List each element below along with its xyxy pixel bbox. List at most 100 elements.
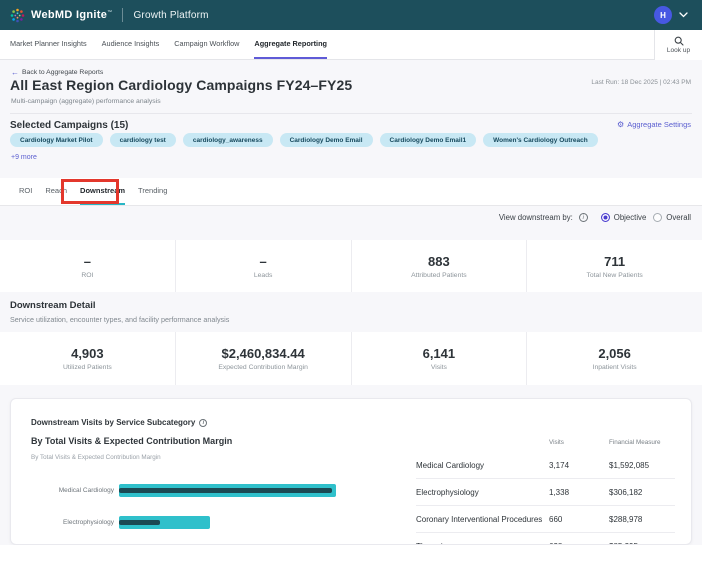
service-name: Thoracic bbox=[416, 542, 549, 545]
header-divider bbox=[10, 113, 692, 114]
kpi-value: – bbox=[83, 253, 91, 269]
kpi-card: – ROI bbox=[0, 240, 176, 292]
chart-card-subtitle: By Total Visits & Expected Contribution … bbox=[31, 436, 233, 446]
chart-caption: By Total Visits & Expected Contribution … bbox=[31, 454, 161, 461]
radio-icon[interactable] bbox=[653, 213, 663, 222]
radio-group: Objective Overall bbox=[594, 213, 691, 222]
back-arrow-icon: ← bbox=[11, 68, 19, 77]
top-header-bar: WebMD Ignite™ Growth Platform H bbox=[0, 0, 702, 30]
more-campaigns-link[interactable]: +9 more bbox=[11, 154, 37, 161]
radio-option[interactable]: Overall bbox=[653, 213, 691, 222]
info-icon[interactable]: i bbox=[199, 418, 208, 427]
kpi-row-objective: – ROI – Leads 883 Attributed Patients 71… bbox=[0, 240, 702, 292]
service-financial: $1,592,085 bbox=[609, 460, 650, 470]
service-visits: 3,174 bbox=[549, 460, 570, 470]
service-name: Medical Cardiology bbox=[416, 460, 485, 470]
service-name: Coronary Interventional Procedures bbox=[416, 514, 543, 524]
table-row: Coronary Interventional Procedures 660 $… bbox=[416, 505, 675, 532]
nav-item[interactable]: Aggregate Reporting bbox=[254, 30, 327, 59]
kpi-value: 883 bbox=[428, 253, 450, 269]
service-table-header: Visits Financial Measure bbox=[416, 439, 675, 452]
service-financial: $85,295 bbox=[609, 542, 675, 545]
service-financial: $306,182 bbox=[609, 487, 643, 497]
kpi-card: 6,141 Visits bbox=[352, 332, 528, 385]
back-to-aggregate-reports-link[interactable]: ← Back to Aggregate Reports bbox=[11, 68, 103, 77]
table-row: Thoracic 638 $85,295 bbox=[416, 532, 675, 545]
radio-option[interactable]: Objective bbox=[600, 213, 647, 222]
kpi-label: Utilized Patients bbox=[63, 364, 112, 371]
primary-nav: Market Planner Insights Audience Insights… bbox=[0, 30, 702, 60]
kpi-value: $2,460,834.44 bbox=[221, 346, 305, 361]
kpi-label: Total New Patients bbox=[586, 271, 643, 279]
service-col-header bbox=[416, 439, 549, 446]
kpi-card: $2,460,834.44 Expected Contribution Marg… bbox=[176, 332, 352, 385]
app-window: WebMD Ignite™ Growth Platform H Market P… bbox=[0, 0, 702, 562]
nav-item[interactable]: Campaign Workflow bbox=[174, 30, 239, 59]
service-visits: 1,338 bbox=[549, 487, 570, 497]
service-visits: 638 bbox=[549, 542, 609, 545]
kpi-card: 2,056 Inpatient Visits bbox=[527, 332, 702, 385]
bar-financial bbox=[119, 488, 332, 493]
kpi-value: – bbox=[259, 253, 267, 269]
campaign-chip[interactable]: cardiology test bbox=[109, 133, 176, 147]
table-row: Electrophysiology 1,338 $306,182 bbox=[416, 478, 675, 505]
brand-divider bbox=[122, 8, 124, 22]
downstream-visits-card: Downstream Visits by Service Subcategory… bbox=[10, 398, 692, 545]
campaign-chip[interactable]: Women's Cardiology Outreach bbox=[483, 133, 598, 147]
report-tabs: ROI Reach Downstream Trending bbox=[0, 178, 702, 205]
chart-card-title: Downstream Visits by Service Subcategory… bbox=[31, 418, 208, 427]
kpi-row-detail: 4,903 Utilized Patients $2,460,834.44 Ex… bbox=[0, 332, 702, 385]
radio-label: Objective bbox=[613, 213, 647, 222]
avatar[interactable]: H bbox=[654, 6, 672, 24]
kpi-label: ROI bbox=[81, 271, 94, 279]
chevron-down-icon[interactable] bbox=[679, 12, 688, 18]
brand-name: WebMD Ignite™ bbox=[31, 9, 112, 21]
bar-track bbox=[119, 515, 377, 529]
kpi-value: 4,903 bbox=[71, 346, 104, 361]
search-icon bbox=[674, 36, 684, 46]
kpi-card: 4,903 Utilized Patients bbox=[0, 332, 176, 385]
kpi-label: Inpatient Visits bbox=[592, 364, 637, 371]
bar-label: Electrophysiology bbox=[63, 518, 114, 526]
report-tab[interactable]: ROI bbox=[19, 178, 32, 205]
service-financial: $288,978 bbox=[609, 514, 643, 524]
back-link-label: Back to Aggregate Reports bbox=[22, 69, 104, 76]
aggregate-settings-label: Aggregate Settings bbox=[627, 120, 691, 129]
kpi-card: – Leads bbox=[176, 240, 352, 292]
kpi-card: 711 Total New Patients bbox=[527, 240, 702, 292]
report-tab[interactable]: Trending bbox=[138, 178, 167, 205]
page-content: ← Back to Aggregate Reports All East Reg… bbox=[0, 60, 702, 545]
brand-text: WebMD Ignite bbox=[31, 9, 108, 21]
lookup-label: Look up bbox=[666, 47, 691, 54]
service-visits: 660 bbox=[549, 514, 563, 524]
bar-financial bbox=[119, 520, 160, 525]
report-tab[interactable]: Downstream bbox=[80, 178, 126, 205]
bar-chart: Medical Cardiology Electrophysiology bbox=[27, 483, 377, 544]
bar-visits bbox=[119, 483, 336, 497]
campaign-chip[interactable]: Cardiology Demo Email bbox=[279, 133, 373, 147]
aggregate-settings-button[interactable]: ⚙ Aggregate Settings bbox=[617, 120, 691, 129]
campaign-chip[interactable]: Cardiology Market Pilot bbox=[10, 133, 103, 147]
bar-label: Medical Cardiology bbox=[58, 486, 114, 494]
selected-campaigns-heading: Selected Campaigns (15) bbox=[10, 120, 129, 131]
gear-icon: ⚙ bbox=[617, 120, 625, 129]
service-table: Visits Financial Measure Medical Cardiol… bbox=[416, 439, 675, 545]
financial-col-header: Financial Measure bbox=[609, 439, 661, 446]
info-icon[interactable]: i bbox=[578, 213, 588, 222]
radio-label: Overall bbox=[666, 213, 691, 222]
service-table-body: Medical Cardiology 3,174 $1,592,085 Elec… bbox=[416, 452, 675, 545]
lookup-button[interactable]: Look up bbox=[654, 30, 702, 60]
downstream-detail-heading: Downstream Detail bbox=[10, 300, 96, 311]
page-subtitle: Multi-campaign (aggregate) performance a… bbox=[11, 98, 161, 105]
downstream-detail-subtitle: Service utilization, encounter types, an… bbox=[10, 315, 230, 324]
report-tab[interactable]: Reach bbox=[45, 178, 67, 205]
nav-item[interactable]: Market Planner Insights bbox=[10, 30, 87, 59]
nav-item[interactable]: Audience Insights bbox=[102, 30, 160, 59]
radio-icon[interactable] bbox=[600, 213, 610, 222]
campaign-chip[interactable]: cardiology_awareness bbox=[182, 133, 273, 147]
table-row: Medical Cardiology 3,174 $1,592,085 bbox=[416, 452, 675, 478]
visits-col-header: Visits bbox=[549, 439, 564, 446]
report-tab-strip: ROI Reach Downstream Trending bbox=[0, 178, 702, 206]
campaign-chip[interactable]: Cardiology Demo Email1 bbox=[379, 133, 477, 147]
product-name: Growth Platform bbox=[133, 9, 209, 21]
